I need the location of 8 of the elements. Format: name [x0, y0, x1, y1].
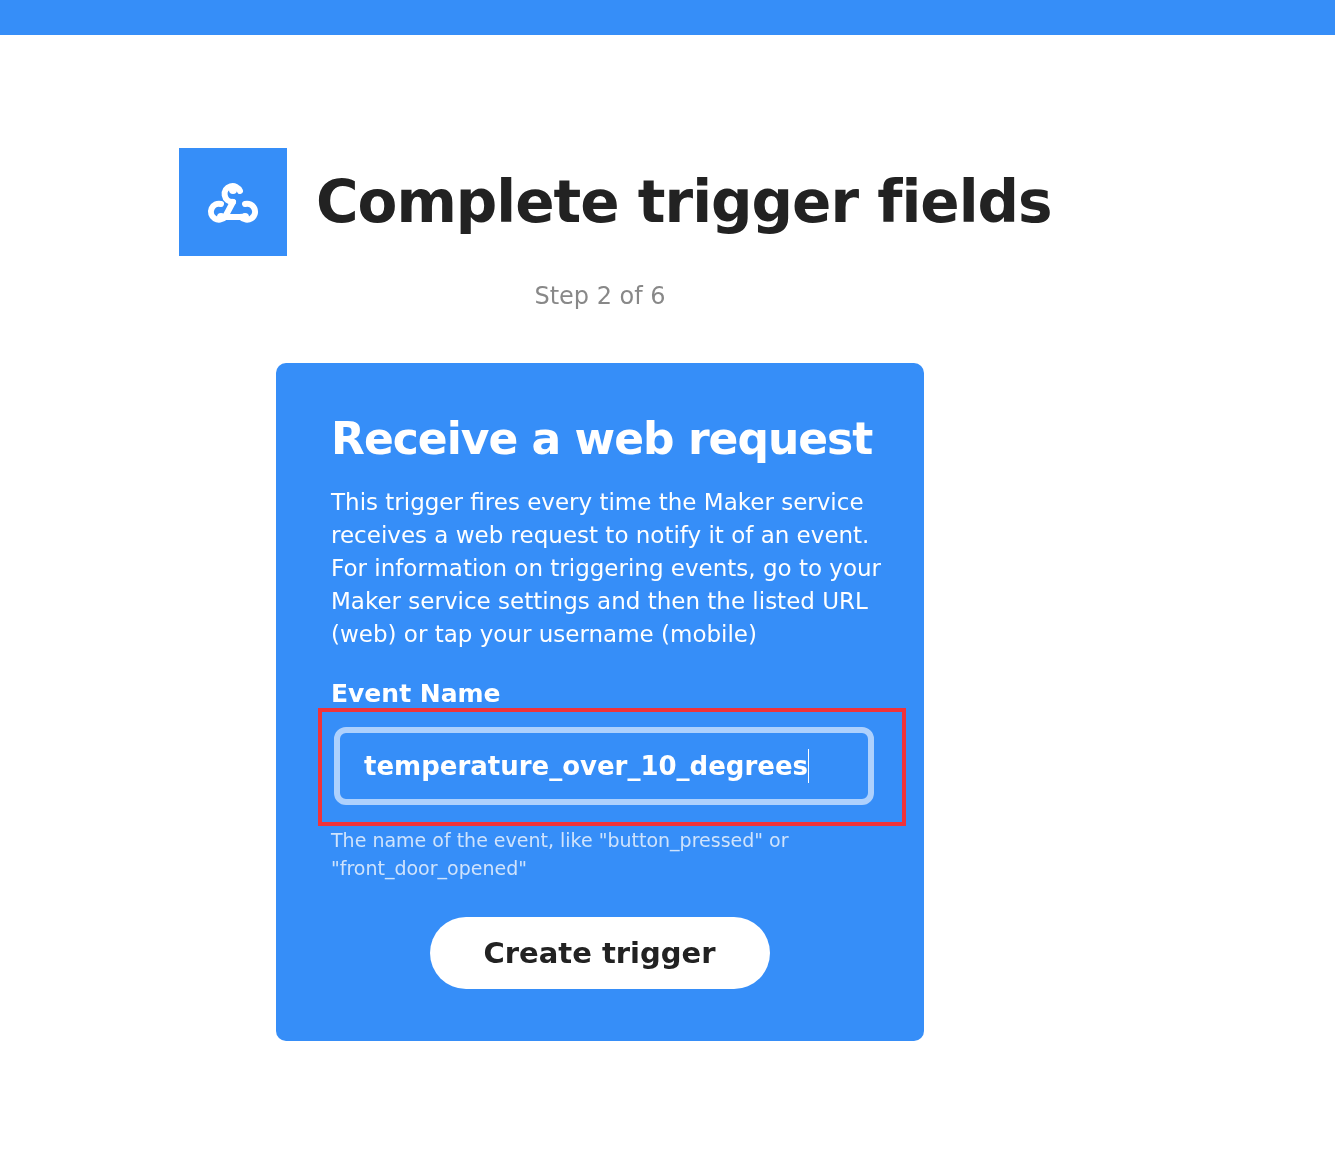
create-trigger-button[interactable]: Create trigger: [429, 917, 770, 989]
description: This trigger fires every time the Maker service receives a web request to notify it of an event. For information on triggering events, go to your Maker service settings and then the listed URL (web) or tap your username (mobile): [331, 488, 882, 649]
step-indicator: Step 2 of 6: [533, 282, 667, 310]
card-title: Receive a web request: [331, 413, 874, 464]
field-hint: The name of the event, like "button_pressed" or "front_door_opened": [331, 828, 790, 882]
page-title: Complete trigger fields: [316, 168, 1052, 236]
webhook-icon: [179, 148, 287, 256]
field-label: Event Name: [331, 679, 502, 708]
